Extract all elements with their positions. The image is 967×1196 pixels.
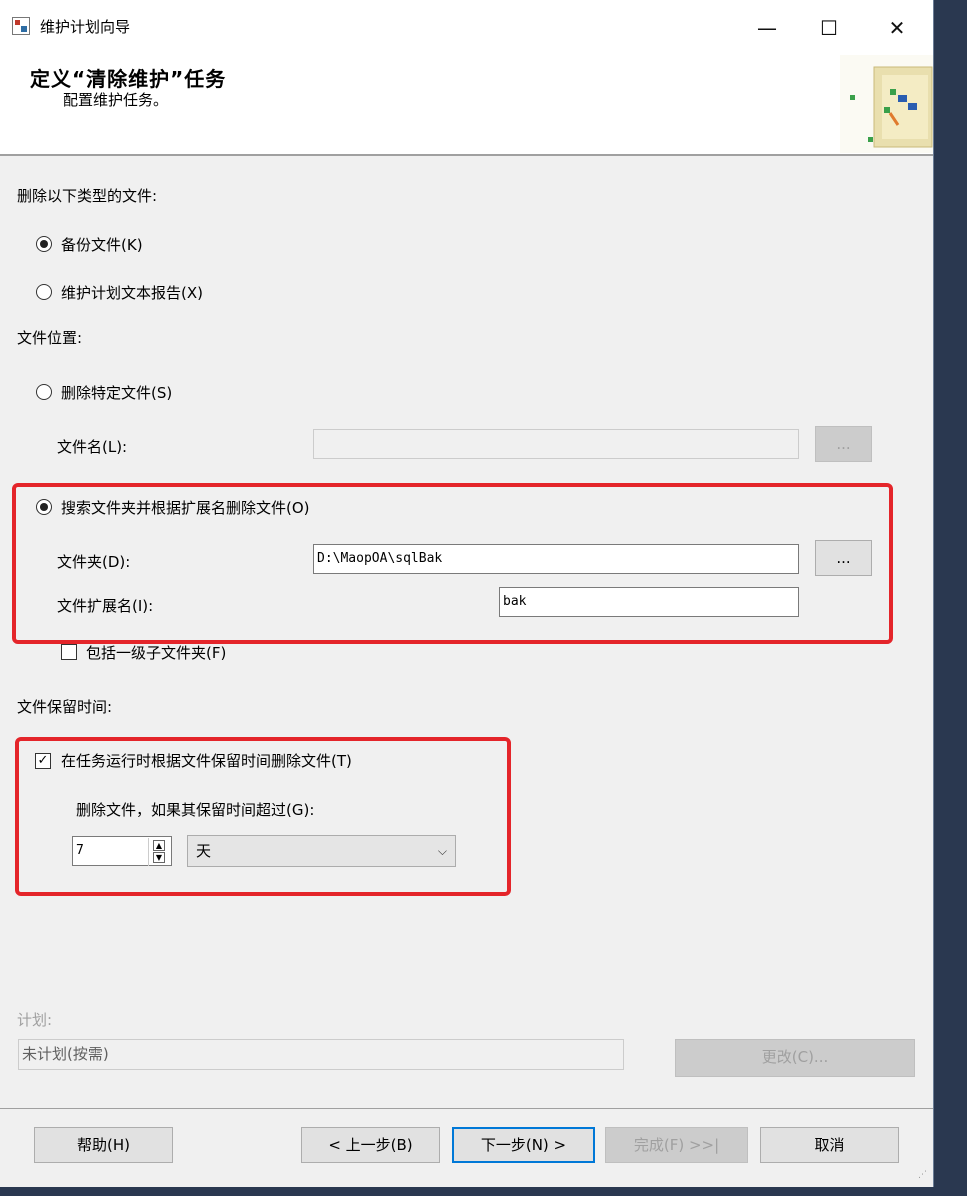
age-unit-select[interactable]: 天 ⌵ xyxy=(187,835,456,867)
page-subtitle: 配置维护任务。 xyxy=(63,91,169,109)
retention-label: 文件保留时间: xyxy=(17,698,113,716)
wizard-window: 维护计划向导 — ☐ ✕ 定义“清除维护”任务 配置维护任务。 删除以下类型的文… xyxy=(0,0,934,1187)
older-than-label: 删除文件，如果其保留时间超过(G): xyxy=(76,801,315,819)
backup-files-label[interactable]: 备份文件(K) xyxy=(61,234,143,255)
page-title: 定义“清除维护”任务 xyxy=(30,67,227,91)
header-divider xyxy=(0,154,933,156)
backup-files-radio[interactable] xyxy=(36,236,52,252)
close-button[interactable]: ✕ xyxy=(874,10,920,46)
schedule-label: 计划: xyxy=(17,1011,53,1029)
spin-up-icon[interactable]: ▲ xyxy=(153,840,165,851)
schedule-input: 未计划(按需) xyxy=(18,1039,624,1070)
change-schedule-button[interactable]: 更改(C)... xyxy=(675,1039,915,1077)
footer-divider xyxy=(0,1108,933,1109)
delete-specific-file-label[interactable]: 删除特定文件(S) xyxy=(61,382,172,403)
folder-input[interactable]: D:\MaopOA\sqlBak xyxy=(313,544,799,574)
next-button[interactable]: 下一步(N) > xyxy=(452,1127,595,1163)
extension-label: 文件扩展名(I): xyxy=(57,597,154,615)
search-folder-label[interactable]: 搜索文件夹并根据扩展名删除文件(O) xyxy=(61,497,310,518)
title-bar: 维护计划向导 — ☐ ✕ xyxy=(0,0,933,55)
extension-input[interactable]: bak xyxy=(499,587,799,617)
folder-browse-button[interactable]: ... xyxy=(815,540,872,576)
cancel-button[interactable]: 取消 xyxy=(760,1127,899,1163)
filename-input[interactable] xyxy=(313,429,799,459)
delete-by-age-checkbox[interactable]: ✓ xyxy=(35,753,51,769)
resize-grip-icon[interactable]: ⋰ xyxy=(918,1170,930,1182)
maximize-button[interactable]: ☐ xyxy=(806,10,852,46)
text-report-radio[interactable] xyxy=(36,284,52,300)
filename-label: 文件名(L): xyxy=(57,438,128,456)
include-subfolder-checkbox[interactable] xyxy=(61,644,77,660)
help-button[interactable]: 帮助(H) xyxy=(34,1127,173,1163)
wizard-illustration-icon xyxy=(840,55,933,153)
filename-browse-button[interactable]: ... xyxy=(815,426,872,462)
wizard-header: 定义“清除维护”任务 配置维护任务。 xyxy=(0,55,933,155)
file-location-label: 文件位置: xyxy=(17,329,83,347)
spin-down-icon[interactable]: ▼ xyxy=(153,852,165,863)
include-subfolder-label[interactable]: 包括一级子文件夹(F) xyxy=(86,642,226,663)
age-unit-value: 天 xyxy=(196,842,212,860)
back-button[interactable]: < 上一步(B) xyxy=(301,1127,440,1163)
chevron-down-icon: ⌵ xyxy=(437,844,447,858)
delete-specific-file-radio[interactable] xyxy=(36,384,52,400)
finish-button[interactable]: 完成(F) >>| xyxy=(605,1127,748,1163)
age-spinner[interactable]: ▲ ▼ xyxy=(148,838,171,866)
search-folder-radio[interactable] xyxy=(36,499,52,515)
minimize-button[interactable]: — xyxy=(744,10,790,46)
delete-type-label: 删除以下类型的文件: xyxy=(17,187,158,205)
text-report-label[interactable]: 维护计划文本报告(X) xyxy=(61,282,203,303)
delete-by-age-label[interactable]: 在任务运行时根据文件保留时间删除文件(T) xyxy=(61,750,352,771)
app-icon xyxy=(12,17,30,35)
window-title: 维护计划向导 xyxy=(40,18,131,36)
folder-label: 文件夹(D): xyxy=(57,553,131,571)
